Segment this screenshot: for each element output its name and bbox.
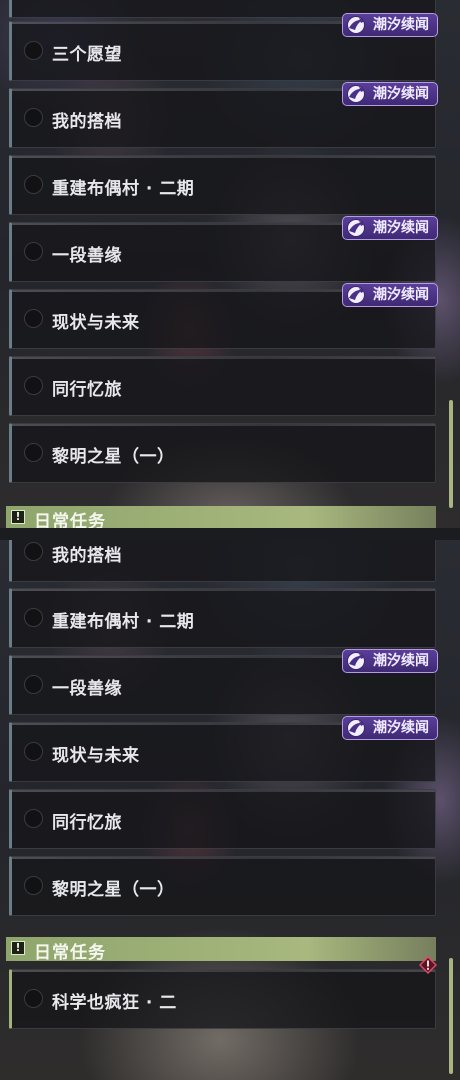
tidal-story-tag: 潮汐续闻	[342, 649, 438, 673]
quest-track-radio[interactable]	[24, 175, 43, 194]
tidal-story-tag: 潮汐续闻	[342, 216, 438, 240]
tag-label: 潮汐续闻	[373, 17, 429, 33]
quest-track-radio[interactable]	[24, 108, 43, 127]
quest-title: 现状与未来	[52, 313, 140, 333]
quest-track-radio[interactable]	[24, 876, 43, 895]
tidal-story-icon	[347, 16, 365, 34]
quest-title: 重建布偶村 · 二期	[52, 179, 195, 199]
quest-item[interactable]: 重建布偶村 · 二期	[9, 155, 436, 215]
exclamation-box-icon: !	[11, 941, 25, 955]
tidal-story-icon	[347, 219, 365, 237]
tag-label: 潮汐续闻	[373, 287, 429, 303]
quest-track-radio[interactable]	[24, 989, 43, 1008]
quest-track-radio[interactable]	[24, 542, 43, 561]
quest-list-panel-top[interactable]: 三个愿望 我的搭档 重建布偶村 · 二期 一段善缘 现状与未来 同行忆旅 黎明之…	[0, 0, 460, 528]
exclamation-diamond-icon	[419, 956, 437, 974]
quest-track-radio[interactable]	[24, 242, 43, 261]
quest-title: 一段善缘	[52, 679, 122, 699]
tag-label: 潮汐续闻	[373, 653, 429, 669]
quest-title: 三个愿望	[52, 45, 122, 65]
tidal-story-tag: 潮汐续闻	[342, 82, 438, 106]
quest-item[interactable]: 重建布偶村 · 二期	[9, 588, 436, 648]
quest-track-radio[interactable]	[24, 443, 43, 462]
tidal-story-icon	[347, 286, 365, 304]
quest-title: 黎明之星（一）	[52, 880, 175, 900]
quest-item[interactable]: 黎明之星（一）	[9, 856, 436, 916]
quest-track-radio[interactable]	[24, 41, 43, 60]
tag-label: 潮汐续闻	[373, 86, 429, 102]
quest-title: 同行忆旅	[52, 380, 122, 400]
scrollbar-thumb[interactable]	[449, 400, 453, 508]
tidal-story-tag: 潮汐续闻	[342, 716, 438, 740]
quest-item[interactable]: 我的搭档	[9, 540, 436, 582]
quest-log: 三个愿望 我的搭档 重建布偶村 · 二期 一段善缘 现状与未来 同行忆旅 黎明之…	[0, 0, 460, 1080]
quest-title: 同行忆旅	[52, 813, 122, 833]
tidal-story-tag: 潮汐续闻	[342, 13, 438, 37]
daily-quests-header[interactable]: ! 日常任务	[6, 937, 436, 963]
quest-track-radio[interactable]	[24, 675, 43, 694]
tag-label: 潮汐续闻	[373, 220, 429, 236]
tidal-story-icon	[347, 719, 365, 737]
quest-title: 黎明之星（一）	[52, 447, 175, 467]
tidal-story-icon	[347, 85, 365, 103]
quest-item[interactable]: 黎明之星（一）	[9, 423, 436, 483]
quest-title: 一段善缘	[52, 246, 122, 266]
section-label: 日常任务	[34, 943, 106, 963]
quest-track-radio[interactable]	[24, 376, 43, 395]
quest-title: 重建布偶村 · 二期	[52, 612, 195, 632]
exclamation-box-icon: !	[11, 510, 25, 524]
quest-track-radio[interactable]	[24, 809, 43, 828]
section-label: 日常任务	[34, 512, 106, 528]
tidal-story-icon	[347, 652, 365, 670]
quest-list-panel-bottom[interactable]: 我的搭档 重建布偶村 · 二期 一段善缘 现状与未来 同行忆旅 黎明之星（一）	[0, 540, 460, 1080]
quest-title: 科学也疯狂 · 二	[52, 993, 177, 1013]
quest-item[interactable]: 同行忆旅	[9, 356, 436, 416]
daily-quests-header[interactable]: ! 日常任务	[6, 506, 436, 528]
quest-track-radio[interactable]	[24, 742, 43, 761]
daily-quest-item[interactable]: 科学也疯狂 · 二	[9, 956, 437, 1029]
scrollbar-thumb[interactable]	[449, 958, 453, 1074]
quest-track-radio[interactable]	[24, 309, 43, 328]
quest-item[interactable]: 同行忆旅	[9, 789, 436, 849]
quest-title: 我的搭档	[52, 546, 122, 566]
quest-track-radio[interactable]	[24, 608, 43, 627]
tidal-story-tag: 潮汐续闻	[342, 283, 438, 307]
quest-title: 现状与未来	[52, 746, 140, 766]
quest-title: 我的搭档	[52, 112, 122, 132]
tag-label: 潮汐续闻	[373, 720, 429, 736]
